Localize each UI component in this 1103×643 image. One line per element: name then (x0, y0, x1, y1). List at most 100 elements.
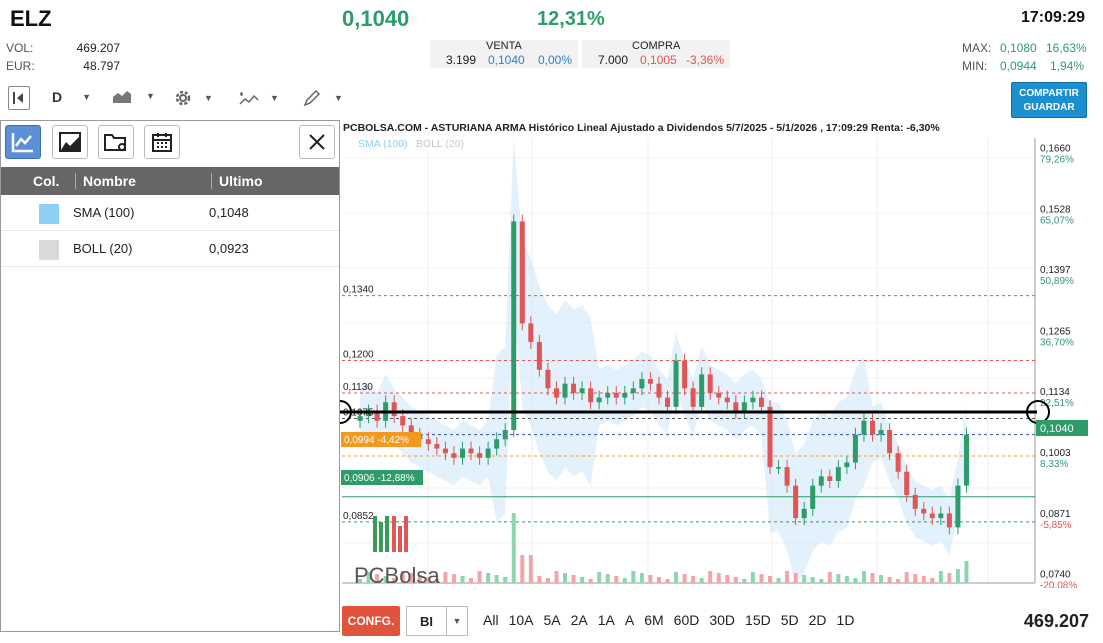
indicator-last: 0,1048 (209, 205, 249, 220)
compra-pct: -3,36% (686, 53, 725, 67)
tab-saved-charts[interactable] (98, 125, 134, 159)
price-chart[interactable]: PCBOLSA.COM - ASTURIANA ARMA Histórico L… (340, 118, 1103, 588)
tab-chart-area[interactable] (52, 125, 88, 159)
volume-bar (861, 571, 866, 583)
save-label: GUARDAR (1023, 102, 1075, 113)
indicator-row-sma[interactable]: SMA (100) 0,1048 (1, 195, 339, 231)
period-60d[interactable]: 60D (669, 612, 705, 628)
config-button[interactable]: CONFG. (342, 606, 400, 636)
volume-bar (563, 573, 567, 583)
volume-bar (853, 578, 858, 583)
candle-body (613, 392, 619, 398)
volume-bar (930, 578, 935, 583)
watermark-text: PCBolsa (354, 563, 440, 588)
indicator-row-boll[interactable]: BOLL (20) 0,0923 (1, 231, 339, 267)
volume-bar (528, 555, 533, 583)
candle-body (921, 508, 927, 514)
period-2a[interactable]: 2A (566, 612, 593, 628)
price-axis-pct: 65,07% (1040, 215, 1074, 226)
drawing-select[interactable]: ▼ (302, 88, 343, 108)
candle-body (630, 388, 636, 393)
venta-box: VENTA 3.199 0,1040 0,00% (430, 40, 578, 68)
indicators-select[interactable]: ▼ (238, 88, 279, 108)
period-10a[interactable]: 10A (504, 612, 539, 628)
period-30d[interactable]: 30D (704, 612, 740, 628)
candle-body (699, 374, 705, 407)
color-swatch[interactable] (39, 204, 59, 224)
period-select[interactable]: D ▼ (52, 89, 91, 105)
venta-qty: 3.199 (446, 53, 477, 67)
volume-bar (904, 572, 909, 583)
price-axis-label: 0,1134 (1040, 387, 1070, 398)
min-value: 0,0944 (1000, 59, 1037, 73)
period-15d[interactable]: 15D (740, 612, 776, 628)
chart-kind-select[interactable]: BI ▼ (406, 606, 468, 636)
volume-bar (639, 573, 644, 583)
price-axis-pct: 8,33% (1040, 459, 1068, 470)
volume-bar (443, 572, 448, 583)
tab-calendar[interactable] (144, 125, 180, 159)
candle-body (485, 448, 491, 458)
volume-bar (469, 578, 474, 583)
volume-bar (674, 572, 679, 583)
volume-bar (750, 572, 755, 583)
chart-area-icon (59, 132, 81, 152)
candle-body (596, 397, 602, 403)
period-1a[interactable]: 1A (593, 612, 620, 628)
candle-body (929, 513, 935, 519)
period-1d[interactable]: 1D (832, 612, 860, 628)
candle-body (571, 383, 577, 393)
candle-body (963, 434, 969, 486)
compra-price: 0,1005 (640, 53, 677, 67)
volume-bar (648, 575, 653, 583)
price-axis-label: 0,1660 (1040, 143, 1071, 154)
candle-body (895, 453, 901, 472)
period-a[interactable]: A (620, 612, 639, 628)
chart-title: PCBOLSA.COM - ASTURIANA ARMA Histórico L… (343, 122, 940, 134)
chart-type-select[interactable]: ▼ (112, 88, 155, 104)
candle-body (391, 402, 397, 417)
candle-body (588, 388, 594, 403)
period-label: D (52, 89, 63, 105)
share-label: COMPARTIR (1019, 88, 1079, 99)
share-save-button[interactable]: COMPARTIR GUARDAR (1011, 82, 1087, 118)
volume-bar (844, 576, 849, 583)
candle-body (502, 430, 508, 440)
candle-body (784, 467, 790, 486)
price-axis-pct: -20,08% (1040, 581, 1077, 588)
indicator-table-header: Col. Nombre Ultimo (1, 167, 339, 195)
volume-bar (725, 575, 730, 583)
candle-body (852, 434, 858, 463)
volume-bar (631, 571, 636, 583)
candle-body (818, 476, 824, 486)
volume-bar (827, 572, 832, 583)
min-label: MIN: (962, 59, 988, 73)
price-axis-label: 0,1397 (1040, 265, 1071, 276)
close-icon (309, 134, 325, 150)
period-all[interactable]: All (478, 612, 504, 628)
period-2d[interactable]: 2D (804, 612, 832, 628)
level-label: 0,1130 (343, 382, 373, 393)
settings-select[interactable]: ▼ (172, 87, 213, 109)
volume-bar (665, 579, 670, 583)
candle-body (707, 374, 713, 393)
period-6m[interactable]: 6M (639, 612, 668, 628)
level-label: 0,1200 (343, 350, 374, 361)
price-axis-pct: 36,70% (1040, 337, 1074, 348)
toggle-panel-button[interactable] (8, 86, 30, 110)
close-panel-button[interactable] (299, 125, 335, 159)
period-5d[interactable]: 5D (776, 612, 804, 628)
candle-body (647, 379, 653, 384)
candle-body (442, 448, 448, 454)
candle-body (690, 388, 696, 407)
change-percent: 12,31% (537, 8, 605, 30)
color-swatch[interactable] (39, 240, 59, 260)
tab-indicators[interactable] (5, 125, 41, 159)
volume-bar (554, 571, 559, 583)
volume-bar (785, 571, 790, 583)
volume-bar (836, 574, 841, 583)
period-5a[interactable]: 5A (538, 612, 565, 628)
candle-body (562, 383, 568, 398)
candle-body (810, 485, 816, 509)
volume-bar (588, 579, 593, 583)
